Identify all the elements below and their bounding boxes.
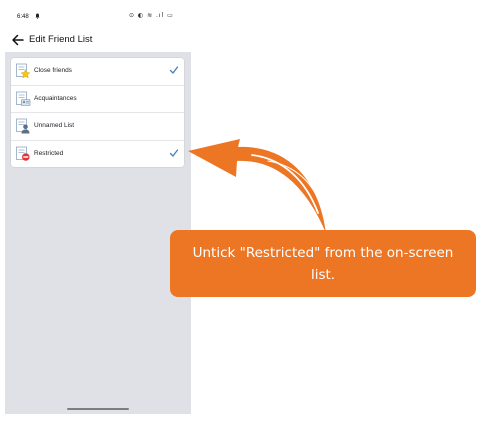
person-list-icon — [16, 118, 30, 134]
content-area: Close friends Acquaintances Unnamed List… — [5, 52, 191, 414]
status-bar: 6:48 ⊙ ◐ ≋ .ıl ▭ — [5, 5, 191, 25]
list-item-restricted[interactable]: Restricted — [11, 141, 184, 168]
instruction-callout: Untick "Restricted" from the on-screen l… — [170, 230, 476, 297]
status-time: 6:48 — [17, 14, 29, 20]
app-bar: Edit Friend List — [5, 29, 191, 53]
friend-lists-card: Close friends Acquaintances Unnamed List… — [11, 58, 184, 167]
home-indicator[interactable] — [67, 408, 129, 410]
checkmark-icon[interactable] — [169, 148, 179, 158]
list-item-label: Acquaintances — [34, 94, 77, 102]
notification-bell-icon — [35, 13, 40, 19]
list-item-label: Close friends — [34, 67, 72, 74]
checkmark-icon[interactable] — [169, 65, 179, 75]
tutorial-canvas: 6:48 ⊙ ◐ ≋ .ıl ▭ Edit Friend List Close … — [0, 0, 483, 424]
list-item-label: Restricted — [34, 149, 64, 157]
restricted-list-icon — [16, 146, 30, 161]
list-item-close-friends[interactable]: Close friends — [11, 58, 184, 86]
back-arrow-icon[interactable] — [11, 33, 25, 47]
status-icons: ⊙ ◐ ≋ .ıl ▭ — [129, 12, 174, 19]
list-item-acquaintances[interactable]: Acquaintances — [11, 86, 184, 113]
list-item-label: Unnamed List — [34, 122, 75, 129]
list-item-unnamed-list[interactable]: Unnamed List — [11, 113, 184, 141]
star-list-icon — [16, 63, 31, 79]
acquaintances-list-icon — [16, 91, 31, 106]
curved-arrow-icon — [188, 139, 326, 233]
page-title: Edit Friend List — [29, 34, 93, 45]
instruction-text: Untick "Restricted" from the on-screen l… — [192, 244, 454, 283]
phone-screen: 6:48 ⊙ ◐ ≋ .ıl ▭ Edit Friend List Close … — [5, 5, 191, 414]
